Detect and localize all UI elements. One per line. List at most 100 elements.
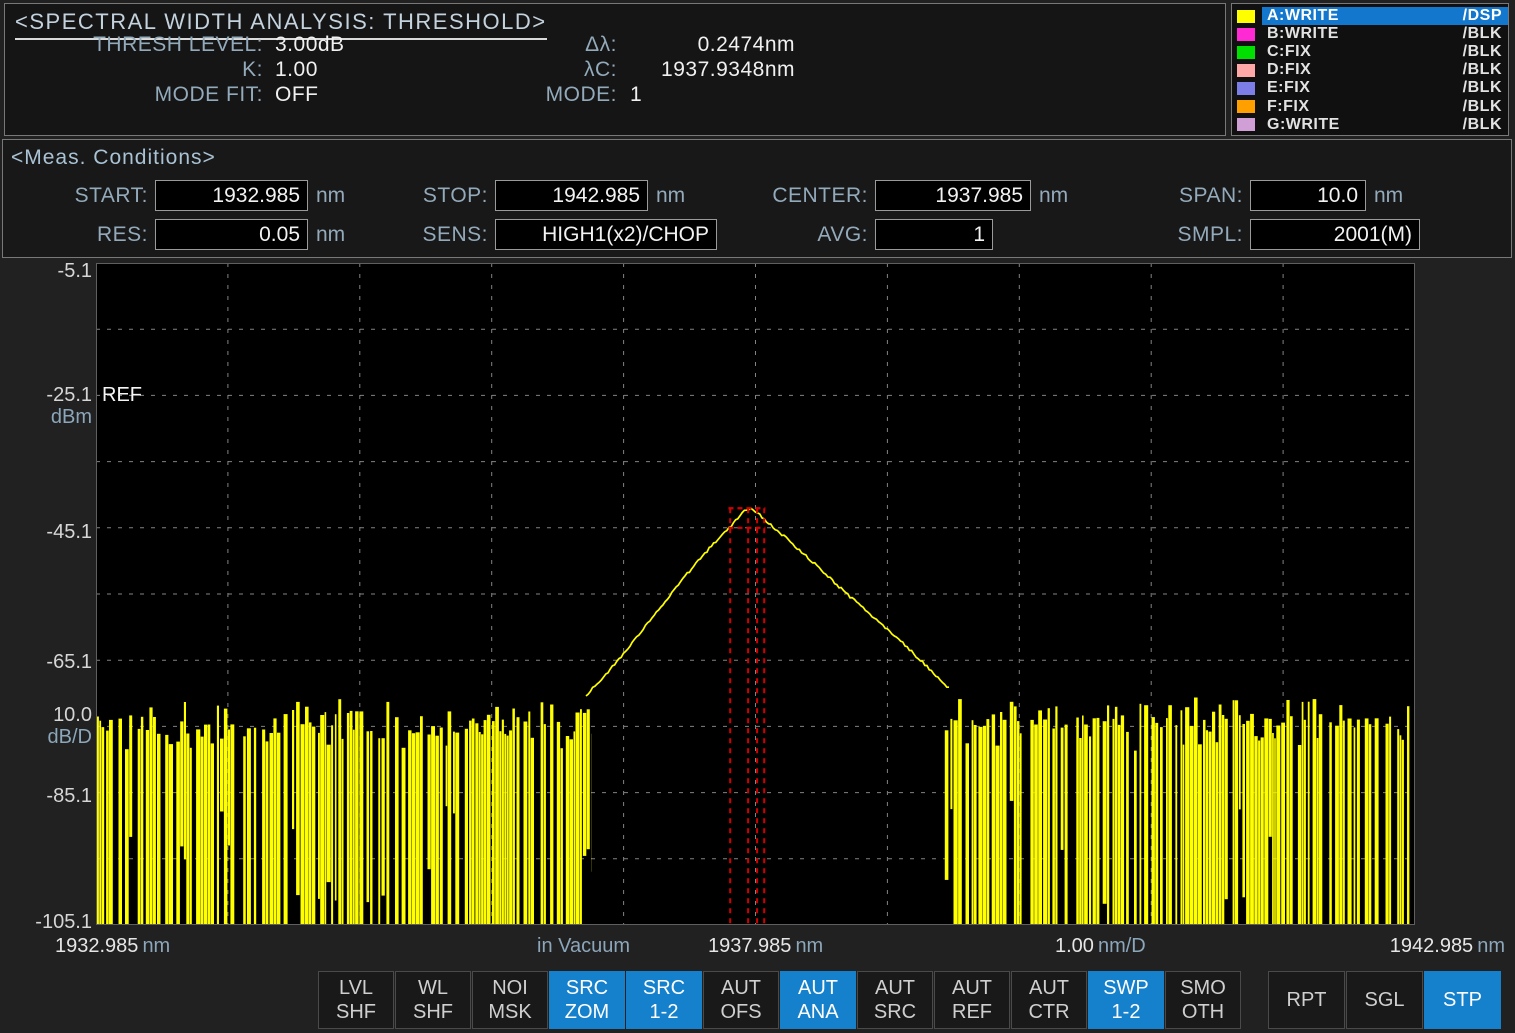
x-axis-stop-label: 1942.985 nm [1305, 935, 1505, 958]
y-axis-tick-ref: -25.1 [0, 384, 92, 406]
thresh-level-value: 3.00dB [275, 33, 495, 57]
y-axis-unit: dBm [0, 406, 92, 428]
y-axis-tick-65: -65.1 [0, 651, 92, 673]
y-axis-scale-unit: dB/D [0, 726, 92, 748]
x-axis-center-label: 1937.985 nm [708, 935, 823, 958]
menu-button-swp-1-2[interactable]: SWP1-2 [1088, 971, 1164, 1029]
trace-row-e[interactable]: E:FIX /BLK [1232, 79, 1508, 97]
trace-c-color-swatch [1237, 46, 1255, 59]
trace-c-name: C:FIX [1267, 43, 1311, 61]
softkey-menu: LVLSHF WLSHF NOIMSK SRCZOM SRC1-2 AUTOFS… [318, 971, 1241, 1029]
res-value-box[interactable]: 0.05 [155, 219, 308, 250]
trace-d-color-swatch [1237, 64, 1255, 77]
trace-b-name: B:WRITE [1267, 25, 1339, 43]
menu-button-wl-shf[interactable]: WLSHF [395, 971, 471, 1029]
rpt-button[interactable]: RPT [1268, 971, 1345, 1029]
trace-c-status: /BLK [1463, 43, 1502, 61]
sens-label: SENS: [378, 219, 488, 250]
trace-d-status: /BLK [1463, 61, 1502, 79]
mode-value: 1 [630, 83, 800, 107]
trace-f-name: F:FIX [1267, 98, 1310, 116]
res-label: RES: [43, 219, 148, 250]
trace-e-color-swatch [1237, 82, 1255, 95]
start-label: START: [43, 180, 148, 211]
lambda-c-label: λC: [497, 58, 617, 82]
trace-a-status: /DSP [1463, 7, 1502, 25]
thresh-level-label: THRESH LEVEL: [61, 33, 263, 57]
start-value-box[interactable]: 1932.985 [155, 180, 308, 211]
trace-b-color-swatch [1237, 28, 1255, 41]
x-axis-center-unit: nm [795, 935, 823, 957]
trace-a-name: A:WRITE [1267, 7, 1339, 25]
y-axis-tick-85: -85.1 [0, 785, 92, 807]
menu-button-src-1-2[interactable]: SRC1-2 [626, 971, 702, 1029]
y-axis-tick-bottom: -105.1 [0, 911, 92, 933]
trace-g-name: G:WRITE [1267, 116, 1340, 134]
trace-e-name: E:FIX [1267, 79, 1310, 97]
stop-label: STOP: [378, 180, 488, 211]
res-unit: nm [316, 219, 345, 250]
menu-button-aut-ofs[interactable]: AUTOFS [703, 971, 779, 1029]
y-axis-tick-top: -5.1 [0, 260, 92, 282]
menu-button-aut-ctr[interactable]: AUTCTR [1011, 971, 1087, 1029]
trace-g-color-swatch [1237, 118, 1255, 131]
avg-label: AVG: [748, 219, 868, 250]
spectral-analysis-panel: <SPECTRAL WIDTH ANALYSIS: THRESHOLD> THR… [4, 3, 1226, 136]
delta-lambda-value: 0.2474nm [625, 33, 795, 57]
center-label: CENTER: [748, 180, 868, 211]
spectrum-plot-area [96, 263, 1415, 925]
center-value-box[interactable]: 1937.985 [875, 180, 1031, 211]
menu-button-smo-oth[interactable]: SMOOTH [1165, 971, 1241, 1029]
trace-row-d[interactable]: D:FIX /BLK [1232, 61, 1508, 79]
k-label: K: [61, 58, 263, 82]
trace-row-b[interactable]: B:WRITE /BLK [1232, 25, 1508, 43]
stp-button[interactable]: STP [1424, 971, 1501, 1029]
mode-fit-label: MODE FIT: [61, 83, 263, 107]
trace-b-status: /BLK [1463, 25, 1502, 43]
trace-f-status: /BLK [1463, 98, 1502, 116]
k-value: 1.00 [275, 58, 495, 82]
menu-button-aut-ana[interactable]: AUTANA [780, 971, 856, 1029]
sens-value-box[interactable]: HIGH1(x2)/CHOP [495, 219, 717, 250]
menu-button-aut-src[interactable]: AUTSRC [857, 971, 933, 1029]
x-axis-stop-unit: nm [1477, 935, 1505, 957]
trace-a-color-swatch [1237, 10, 1255, 23]
y-axis-scale: 10.0 [0, 704, 92, 726]
x-axis-scale-unit: nm/D [1098, 935, 1146, 957]
menu-button-aut-ref[interactable]: AUTREF [934, 971, 1010, 1029]
trace-row-g[interactable]: G:WRITE /BLK [1232, 116, 1508, 134]
trace-table: A:WRITE /DSP B:WRITE /BLK C:FIX /BLK D:F… [1231, 3, 1509, 136]
stop-value-box[interactable]: 1942.985 [495, 180, 648, 211]
x-axis-medium-label: in Vacuum [537, 935, 630, 958]
ref-level-label: REF [102, 384, 142, 407]
x-axis-start-label: 1932.985 nm [55, 935, 170, 958]
trace-g-status: /BLK [1463, 116, 1502, 134]
avg-value-box[interactable]: 1 [875, 219, 993, 250]
mode-fit-value: OFF [275, 83, 495, 107]
delta-lambda-label: Δλ: [497, 33, 617, 57]
trace-f-color-swatch [1237, 100, 1255, 113]
menu-button-noi-msk[interactable]: NOIMSK [472, 971, 548, 1029]
smpl-value-box[interactable]: 2001(M) [1250, 219, 1420, 250]
meas-conditions-panel: <Meas. Conditions> START: 1932.985 nm ST… [2, 139, 1512, 258]
center-unit: nm [1039, 180, 1068, 211]
lambda-c-value: 1937.9348nm [625, 58, 795, 82]
trace-row-f[interactable]: F:FIX /BLK [1232, 97, 1508, 115]
mode-label: MODE: [497, 83, 617, 107]
trace-e-status: /BLK [1463, 79, 1502, 97]
meas-conditions-title: <Meas. Conditions> [11, 146, 216, 170]
span-value-box[interactable]: 10.0 [1250, 180, 1366, 211]
trace-d-name: D:FIX [1267, 61, 1311, 79]
span-unit: nm [1374, 180, 1403, 211]
menu-button-src-zom[interactable]: SRCZOM [549, 971, 625, 1029]
smpl-label: SMPL: [1118, 219, 1243, 250]
trace-row-a[interactable]: A:WRITE /DSP [1232, 7, 1508, 25]
y-axis-tick-45: -45.1 [0, 521, 92, 543]
trace-row-c[interactable]: C:FIX /BLK [1232, 43, 1508, 61]
menu-button-lvl-shf[interactable]: LVLSHF [318, 971, 394, 1029]
sgl-button[interactable]: SGL [1346, 971, 1423, 1029]
span-label: SPAN: [1118, 180, 1243, 211]
x-axis-start-unit: nm [142, 935, 170, 957]
x-axis-scale-label: 1.00 nm/D [1055, 935, 1146, 958]
stop-unit: nm [656, 180, 685, 211]
